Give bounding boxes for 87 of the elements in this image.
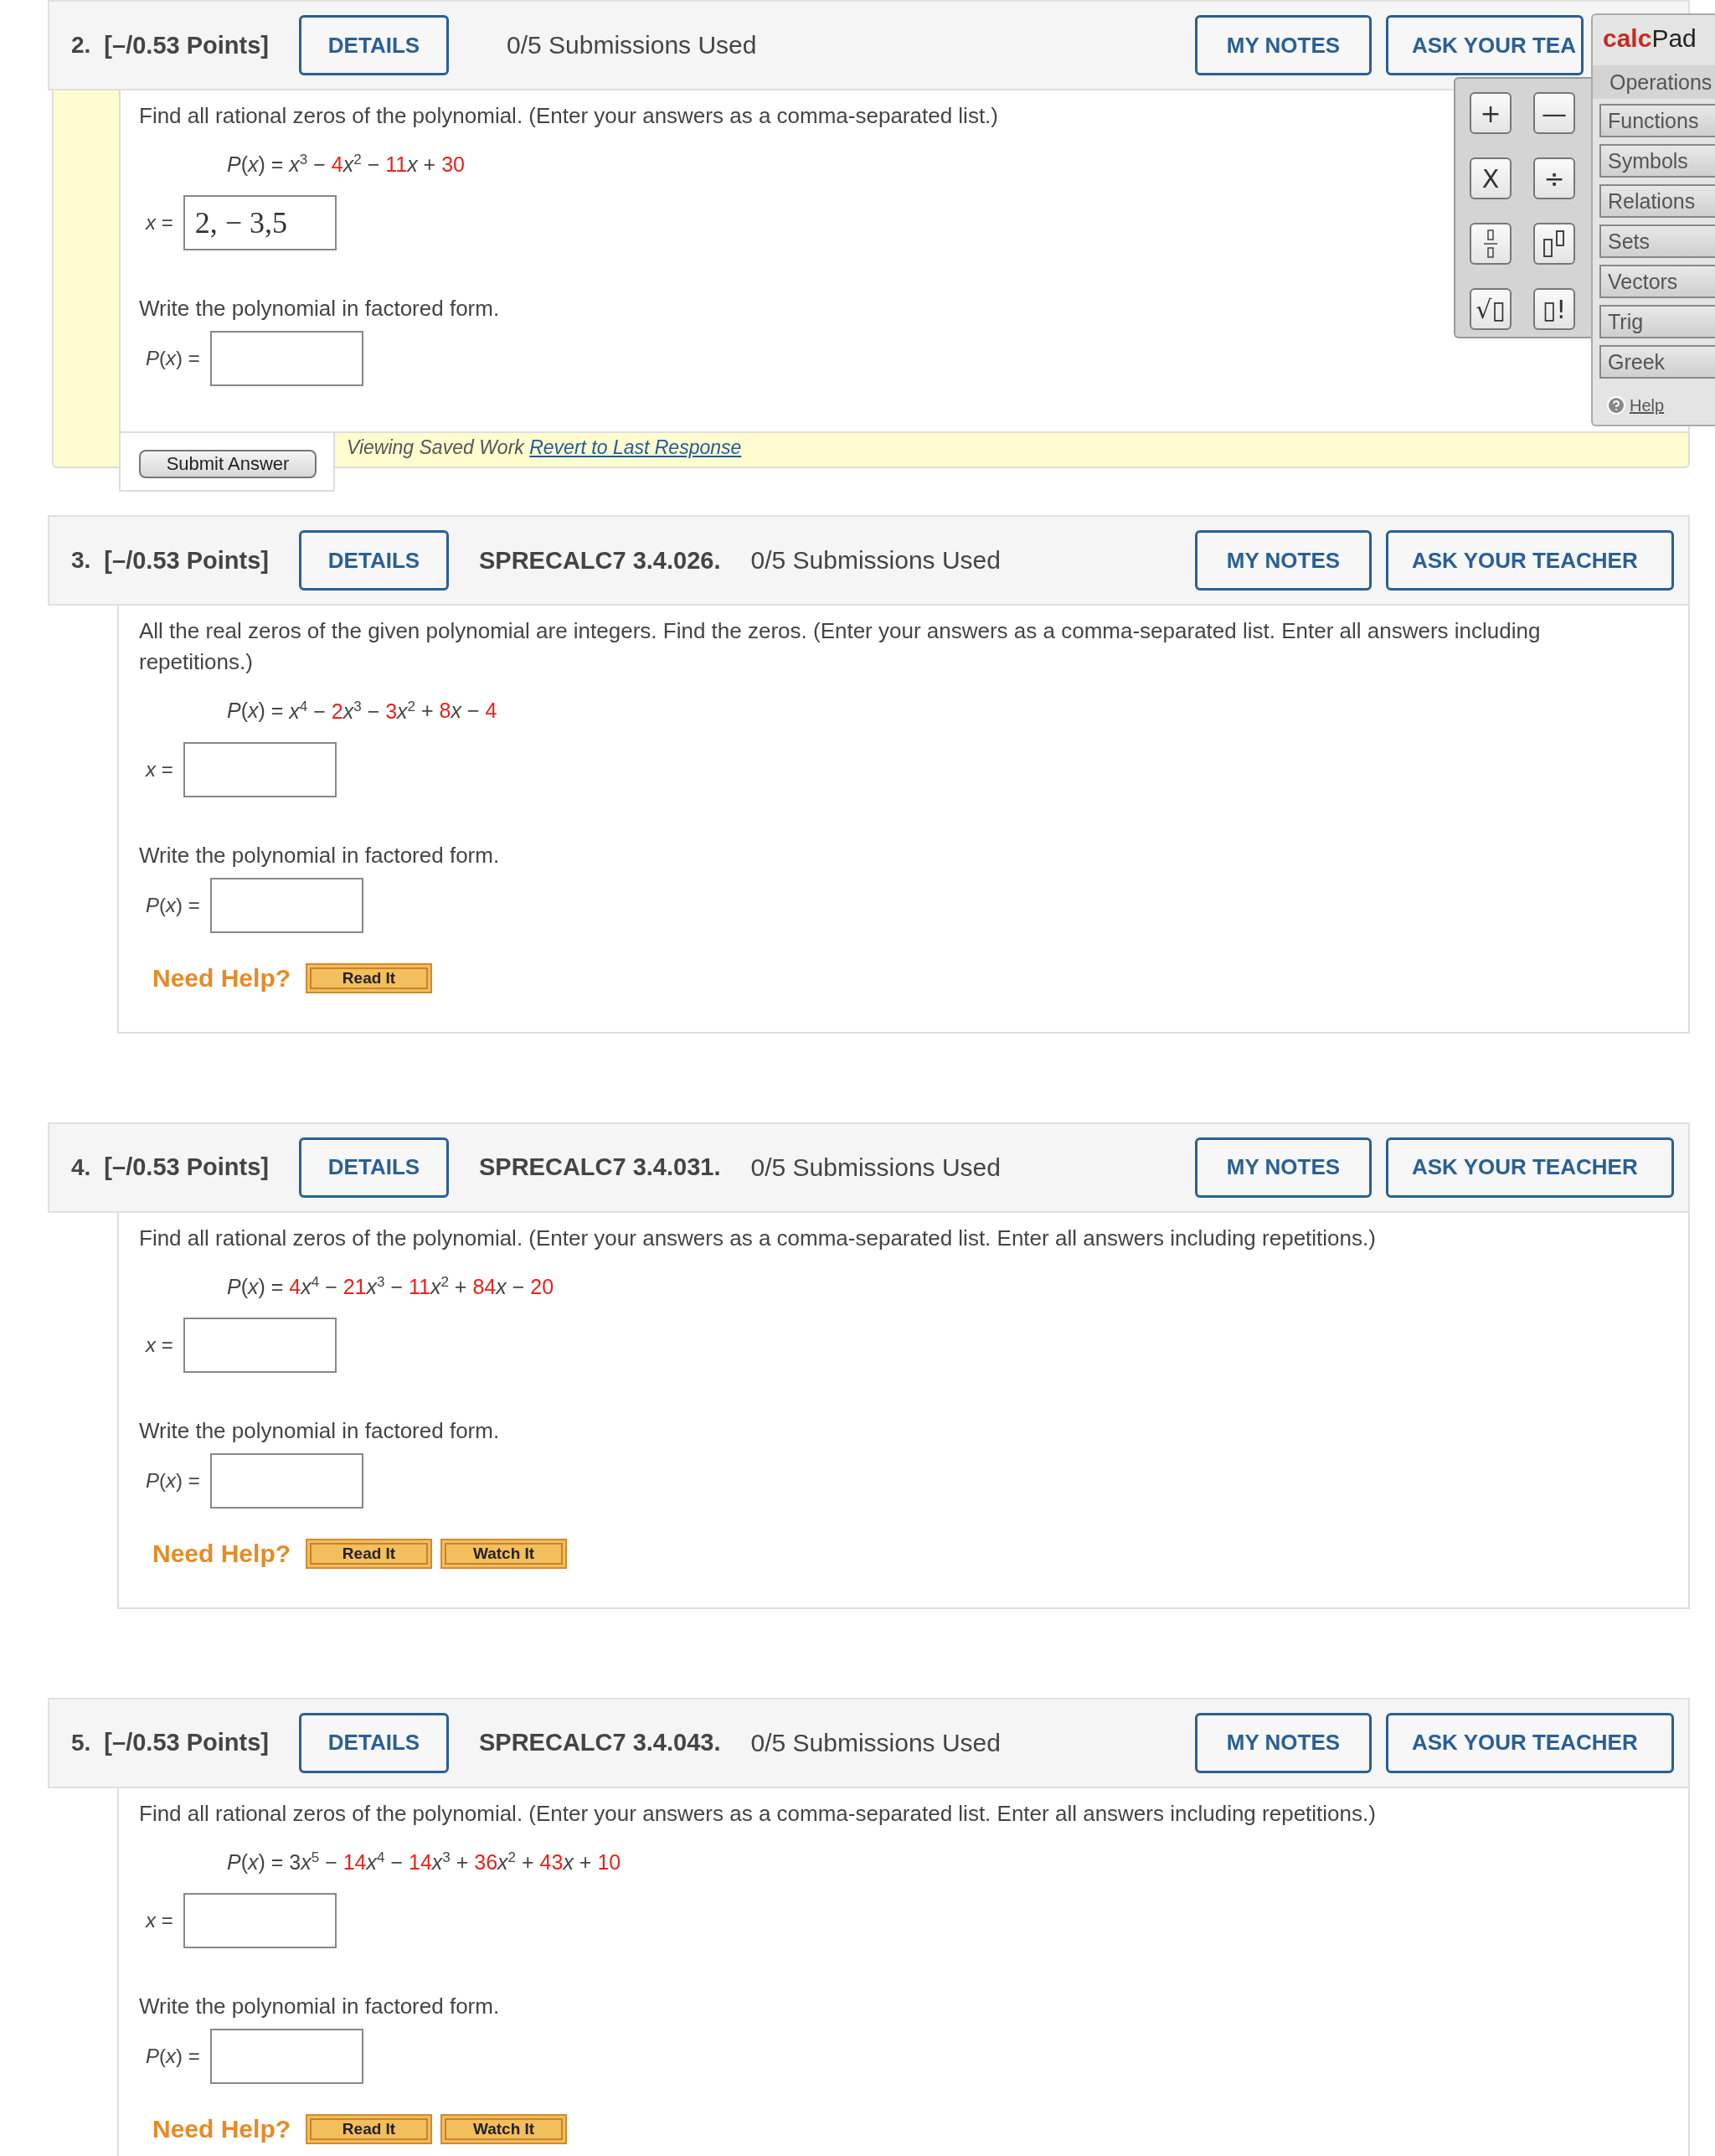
field-label: x = (146, 211, 173, 235)
calcpad-tab[interactable]: Trig (1599, 305, 1715, 338)
answer-field[interactable] (183, 1893, 337, 1949)
help-button[interactable]: Watch It (440, 1539, 568, 1569)
revert-link[interactable]: Revert to Last Response (529, 436, 742, 459)
details-button[interactable]: DETAILS (299, 1137, 449, 1198)
saved-work-note: Viewing Saved Work Revert to Last Response (347, 436, 742, 461)
problem-code: SPRECALC7 3.4.031. (479, 1153, 721, 1182)
question-number: 5. (71, 1730, 91, 1756)
my-notes-button[interactable]: MY NOTES (1195, 1137, 1372, 1198)
answer-field[interactable] (209, 331, 363, 387)
question-number: 2. (71, 32, 91, 59)
ask-teacher-button[interactable]: ASK YOUR TEA (1386, 15, 1584, 75)
calc-key[interactable]: — (1533, 92, 1575, 134)
submissions-count: 0/5 Submissions Used (750, 546, 1001, 575)
question-text: Find all rational zeros of the polynomial. (Enter your answers as a comma-separated list. Enter all answers including repetitions.) (139, 1800, 1376, 1828)
question-text: All the real zeros of the given polynomial are integers. Find the zeros. (Enter your answers as a comma-separated list. Enter all answers including repetitions.) (139, 617, 1542, 677)
question-text: Write the polynomial in factored form. (139, 295, 500, 323)
points-label: [–/0.53 Points] (104, 546, 269, 575)
calcpad-tab[interactable]: Greek (1599, 345, 1715, 379)
answer-field[interactable] (209, 2029, 363, 2085)
calc-key[interactable] (1533, 223, 1575, 265)
help-link[interactable]: Help (1606, 395, 1715, 415)
answer-field[interactable] (209, 877, 363, 933)
points-label: [–/0.53 Points] (104, 1729, 269, 1757)
question-text: Write the polynomial in factored form. (139, 1993, 500, 2021)
ask-teacher-button[interactable]: ASK YOUR TEACHER (1386, 530, 1674, 591)
polynomial-equation: P(x) = 4x$^{4}$ − 21x$^{3}$ − 11x$^{2}$ + 84x − 20 (227, 1272, 554, 1300)
details-button[interactable]: DETAILS (299, 1713, 449, 1773)
submissions-count: 0/5 Submissions Used (750, 1729, 1001, 1757)
question-text: Find all rational zeros of the polynomial. (Enter your answers as a comma-separated list.) (139, 102, 998, 130)
calcpad-title: calcPad (1602, 23, 1697, 54)
field-label: P(x) = (146, 2045, 200, 2069)
calcpad-tab[interactable]: Vectors (1599, 265, 1715, 298)
calc-key[interactable] (1470, 223, 1512, 265)
ask-teacher-button[interactable]: ASK YOUR TEACHER (1386, 1137, 1674, 1198)
field-label: x = (146, 757, 173, 781)
my-notes-button[interactable]: MY NOTES (1195, 15, 1372, 75)
details-button[interactable]: DETAILS (299, 15, 449, 75)
field-label: x = (146, 1909, 173, 1933)
problem-code: SPRECALC7 3.4.043. (479, 1729, 721, 1757)
need-help-label: Need Help? (152, 2115, 291, 2144)
polynomial-equation: P(x) = x$^{4}$ − 2x$^{3}$ − 3x$^{2}$ + 8x − 4 (227, 697, 497, 725)
field-label: P(x) = (146, 1469, 200, 1493)
submissions-count: 0/5 Submissions Used (750, 1153, 1001, 1182)
details-button[interactable]: DETAILS (299, 530, 449, 591)
submit-answer-button[interactable]: Submit Answer (139, 450, 317, 479)
help-button[interactable]: Read It (306, 962, 433, 993)
need-help-label: Need Help? (152, 963, 291, 993)
help-icon (1606, 395, 1626, 415)
calcpad-tab[interactable]: Operations (1593, 65, 1715, 99)
ask-teacher-button[interactable]: ASK YOUR TEACHER (1386, 1713, 1674, 1773)
need-help-label: Need Help? (152, 1540, 291, 1568)
points-label: [–/0.53 Points] (104, 1153, 269, 1182)
polynomial-equation: P(x) = 3x$^{5}$ − 14x$^{4}$ − 14x$^{3}$ + 36x$^{2}$ + 43x + 10 (227, 1849, 621, 1876)
help-button[interactable]: Watch It (440, 2114, 568, 2145)
calcpad-tab[interactable]: Functions (1599, 104, 1715, 137)
field-label: P(x) = (146, 893, 200, 917)
exponent-icon (1542, 230, 1567, 258)
help-button[interactable]: Read It (306, 1539, 433, 1569)
calc-key[interactable]: ▯! (1533, 288, 1575, 330)
problem-code: SPRECALC7 3.4.026. (479, 546, 721, 575)
question-number: 4. (71, 1153, 91, 1181)
question-number: 3. (71, 547, 91, 575)
calc-key[interactable]: + (1470, 92, 1512, 134)
question-text: Find all rational zeros of the polynomial. (Enter your answers as a comma-separated list. Enter all answers including repetitions.) (139, 1224, 1376, 1252)
calc-key[interactable]: X (1470, 157, 1512, 199)
my-notes-button[interactable]: MY NOTES (1195, 530, 1372, 591)
calcpad-tab[interactable]: Sets (1599, 224, 1715, 258)
calc-key[interactable]: √▯ (1470, 288, 1512, 330)
question-text: Write the polynomial in factored form. (139, 841, 500, 869)
calcpad-tab[interactable]: Relations (1599, 184, 1715, 218)
fraction-icon (1482, 229, 1499, 259)
help-button[interactable]: Read It (306, 2114, 433, 2145)
answer-field[interactable] (209, 1453, 363, 1509)
submissions-count: 0/5 Submissions Used (507, 31, 757, 59)
points-label: [–/0.53 Points] (104, 31, 269, 59)
question-text: Write the polynomial in factored form. (139, 1417, 500, 1445)
polynomial-equation: P(x) = x$^{3}$ − 4x$^{2}$ − 11x + 30 (227, 151, 465, 178)
calcpad-tab[interactable]: Symbols (1599, 144, 1715, 178)
field-label: P(x) = (146, 347, 200, 371)
answer-field[interactable]: 2, − 3,5 (183, 195, 337, 251)
calc-key[interactable]: ÷ (1533, 157, 1575, 199)
field-label: x = (146, 1333, 173, 1357)
my-notes-button[interactable]: MY NOTES (1195, 1713, 1372, 1773)
answer-field[interactable] (183, 741, 337, 797)
answer-field[interactable] (183, 1318, 337, 1373)
